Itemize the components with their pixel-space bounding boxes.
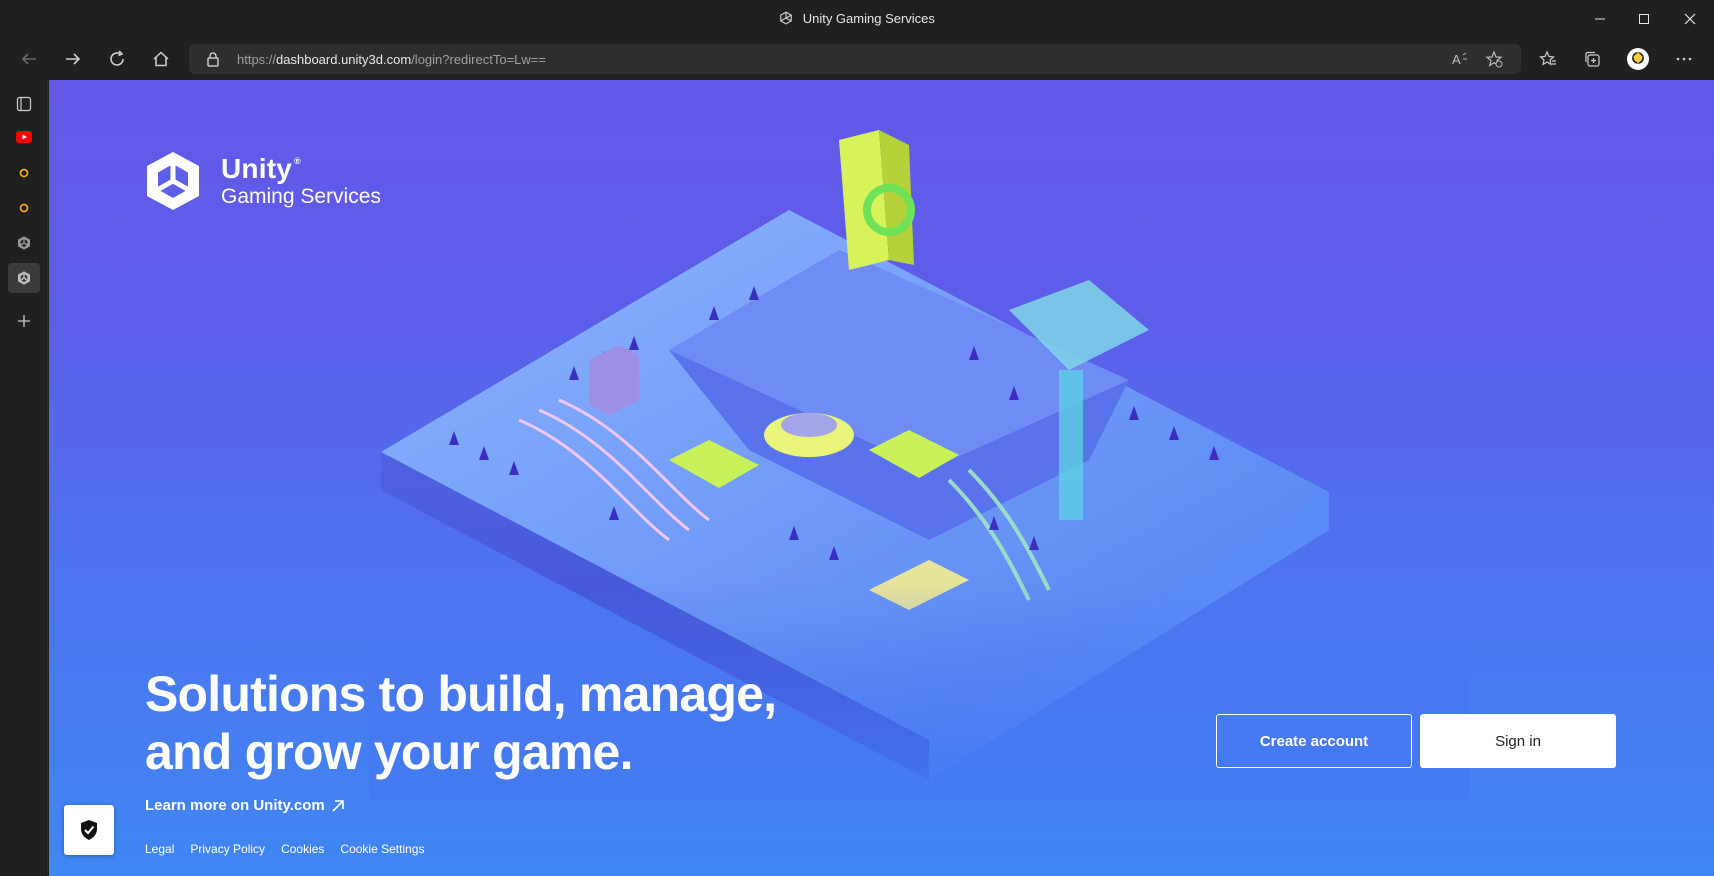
brand-name: Unity ® [221, 153, 301, 184]
profile-button[interactable] [1622, 44, 1654, 74]
sidebar-tab-circle-1[interactable] [8, 158, 40, 188]
home-button[interactable] [145, 44, 177, 74]
title-bar: Unity Gaming Services [0, 0, 1714, 38]
arrow-right-icon [66, 53, 81, 65]
shield-check-icon [81, 820, 97, 840]
youtube-icon [16, 131, 32, 143]
brand-subtitle: Gaming Services [221, 185, 381, 208]
refresh-icon [110, 50, 124, 66]
footer-links: Legal Privacy Policy Cookies Cookie Sett… [145, 842, 424, 856]
back-button[interactable] [13, 44, 45, 74]
settings-menu-button[interactable] [1668, 44, 1700, 74]
external-arrow-icon [332, 799, 344, 812]
avatar-icon [1627, 48, 1649, 70]
close-button[interactable] [1667, 0, 1713, 38]
sign-in-button[interactable]: Sign in [1420, 714, 1616, 768]
cookies-link[interactable]: Cookies [281, 842, 324, 856]
minimize-button[interactable] [1577, 0, 1623, 38]
unity-cube-icon [147, 152, 199, 210]
cookie-consent-button[interactable] [64, 805, 114, 855]
brand-logo[interactable]: Unity ® Gaming Services [145, 150, 381, 212]
create-account-button[interactable]: Create account [1216, 714, 1412, 768]
circle-tab-icon-1 [17, 166, 31, 180]
unity-tab-icon-2 [18, 271, 30, 285]
page-content: Unity ® Gaming Services Solutions to buil… [49, 80, 1714, 876]
sidebar-tab-circle-2[interactable] [8, 193, 40, 223]
more-dots-icon [1676, 57, 1692, 61]
learn-more-link[interactable]: Learn more on Unity.com [145, 797, 345, 814]
cookie-settings-link[interactable]: Cookie Settings [340, 842, 424, 856]
refresh-button[interactable] [101, 44, 133, 74]
maximize-button[interactable] [1621, 0, 1667, 38]
sidebar-tab-unity-2[interactable] [8, 263, 40, 293]
star-add-icon [1485, 50, 1503, 68]
minimize-icon [1595, 18, 1605, 20]
read-aloud-button[interactable]: A [1449, 49, 1471, 69]
tab-actions-icon [16, 96, 32, 112]
home-icon [153, 51, 169, 67]
sidebar-tab-unity-1[interactable] [8, 228, 40, 258]
circle-tab-icon-2 [17, 201, 31, 215]
tab-actions-button[interactable] [8, 89, 40, 119]
lock-icon[interactable] [205, 51, 221, 67]
privacy-policy-link[interactable]: Privacy Policy [190, 842, 265, 856]
unity-logo-icon [780, 11, 792, 25]
add-favorite-button[interactable] [1483, 49, 1505, 69]
unity-tab-icon-1 [18, 236, 30, 250]
window-title: Unity Gaming Services [0, 11, 1714, 26]
collections-icon [1585, 51, 1600, 67]
address-bar[interactable]: https://dashboard.unity3d.com/login?redi… [189, 44, 1521, 74]
legal-link[interactable]: Legal [145, 842, 174, 856]
favorites-button[interactable] [1532, 44, 1564, 74]
read-aloud-icon: A [1452, 52, 1467, 67]
arrow-left-icon [21, 53, 36, 65]
forward-button[interactable] [57, 44, 89, 74]
collections-button[interactable] [1576, 44, 1608, 74]
add-tab-icon [18, 315, 30, 327]
vertical-tabs-sidebar [0, 80, 48, 876]
sidebar-tab-youtube[interactable] [8, 122, 40, 152]
add-tab-button[interactable] [8, 306, 40, 336]
url-text[interactable]: https://dashboard.unity3d.com/login?redi… [237, 52, 546, 67]
maximize-icon [1639, 14, 1649, 24]
close-icon [1684, 13, 1696, 25]
svg-text:A: A [1452, 52, 1461, 67]
favorites-icon [1539, 50, 1556, 66]
page-title: Solutions to build, manage, and grow you… [145, 666, 777, 780]
browser-toolbar: https://dashboard.unity3d.com/login?redi… [0, 38, 1714, 80]
